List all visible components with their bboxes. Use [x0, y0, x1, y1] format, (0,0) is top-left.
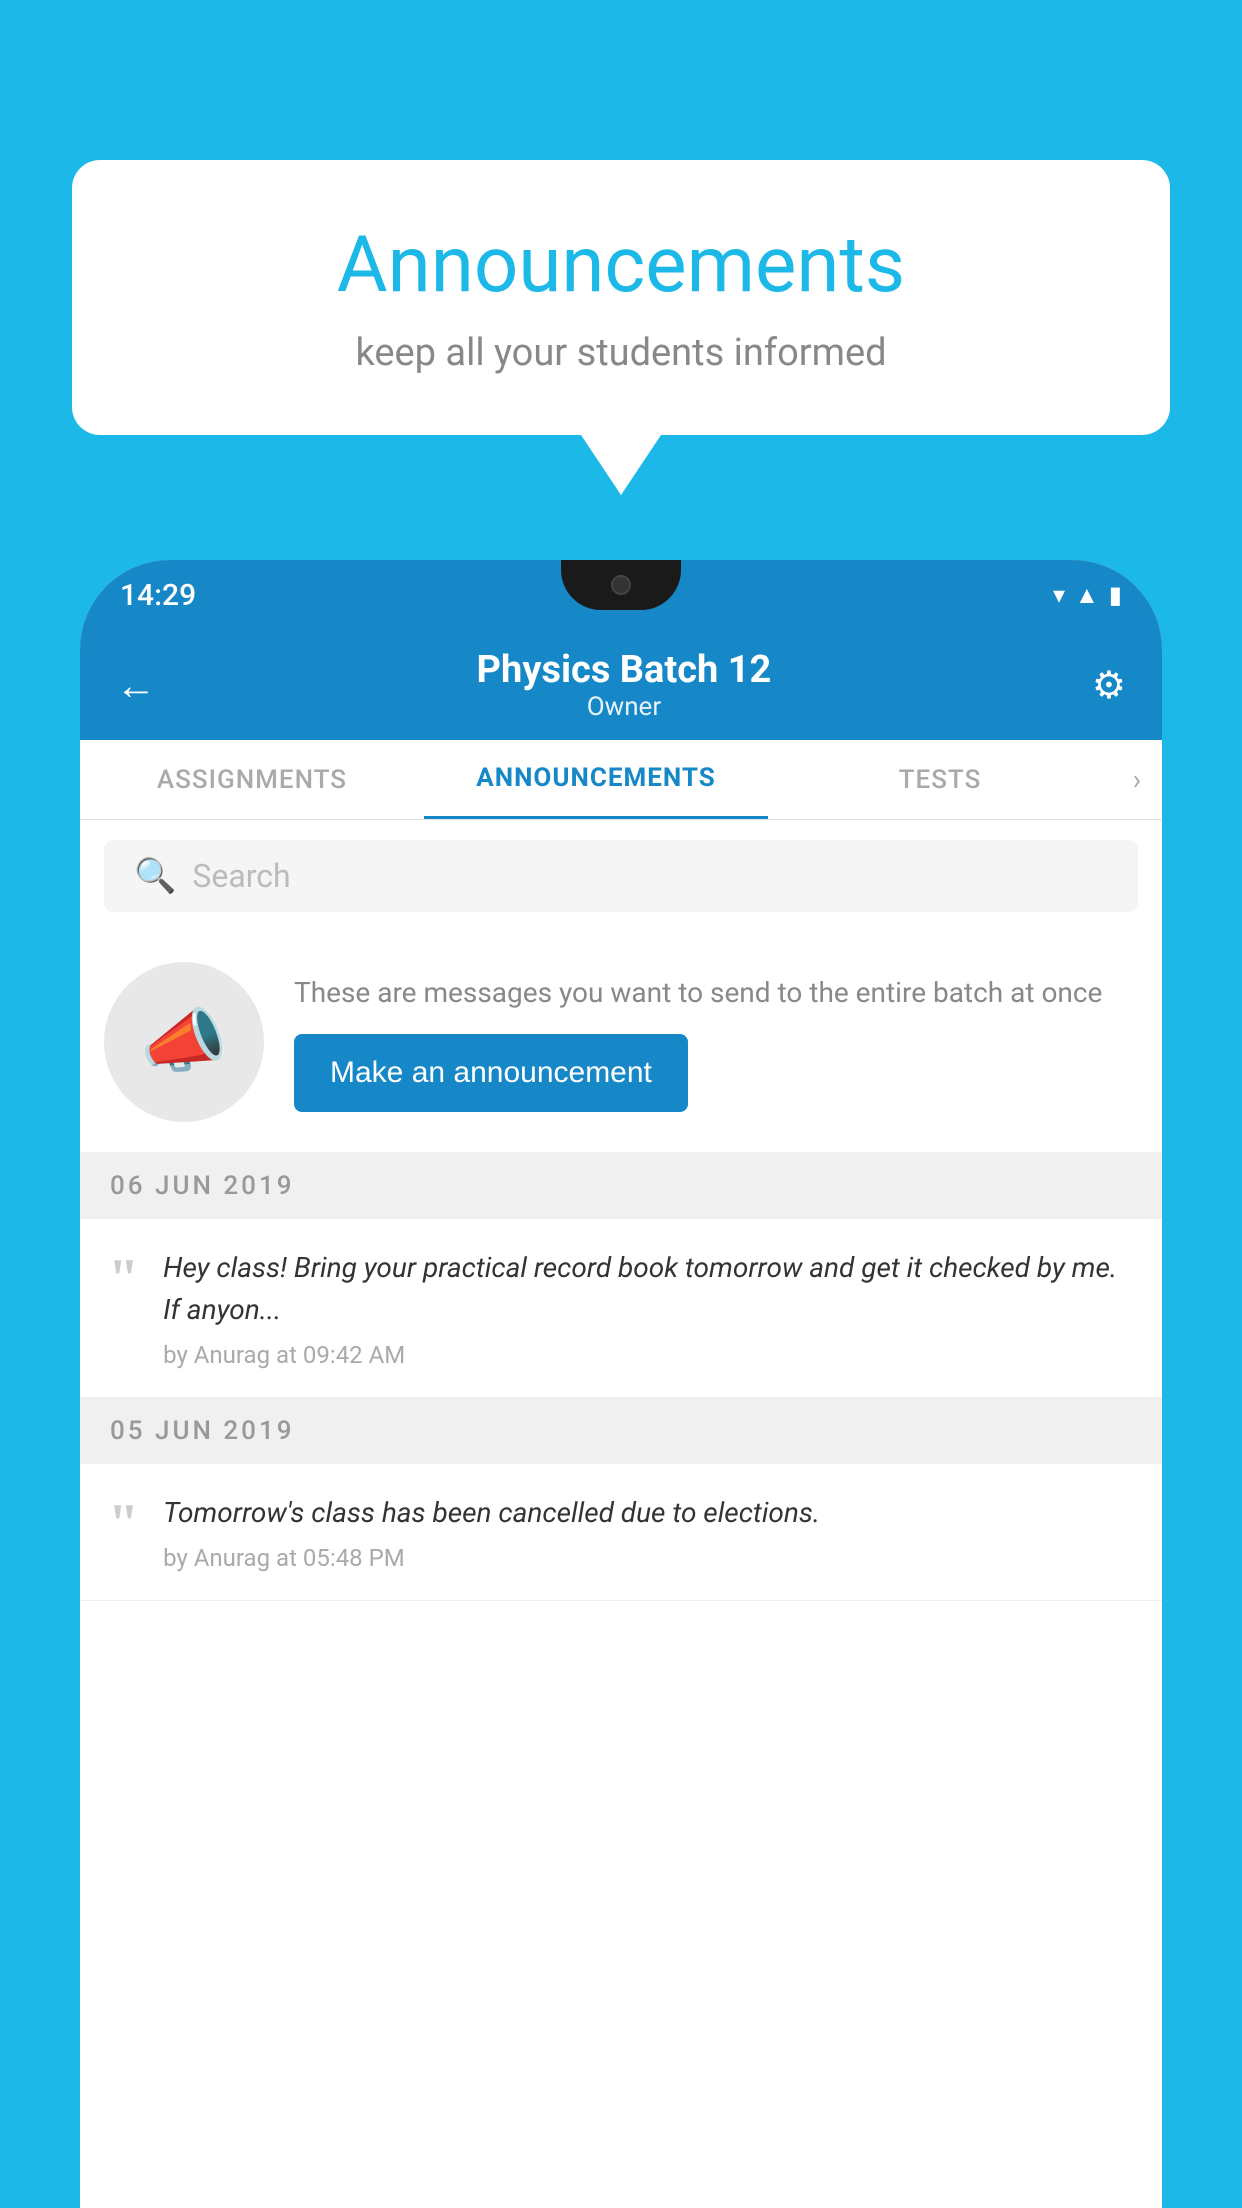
- announcement-prompt: 📣 These are messages you want to send to…: [80, 932, 1162, 1153]
- tab-announcements[interactable]: ANNOUNCEMENTS: [424, 740, 768, 819]
- make-announcement-button[interactable]: Make an announcement: [294, 1034, 688, 1112]
- prompt-description: These are messages you want to send to t…: [294, 972, 1138, 1014]
- speech-bubble-subtitle: keep all your students informed: [152, 331, 1090, 375]
- content-area: 🔍 Search 📣 These are messages you want t…: [80, 820, 1162, 2208]
- battery-icon: ▮: [1109, 581, 1122, 609]
- announcement-meta-2: by Anurag at 05:48 PM: [163, 1544, 1134, 1572]
- announcement-item-1: " Hey class! Bring your practical record…: [80, 1219, 1162, 1398]
- announcement-message-2: Tomorrow's class has been cancelled due …: [163, 1492, 1134, 1534]
- tab-assignments[interactable]: ASSIGNMENTS: [80, 740, 424, 819]
- status-icons: ▾ ▲ ▮: [1053, 581, 1122, 610]
- prompt-icon-circle: 📣: [104, 962, 264, 1122]
- speech-bubble-tail: [581, 435, 661, 495]
- tab-bar: ASSIGNMENTS ANNOUNCEMENTS TESTS ›: [80, 740, 1162, 820]
- header-title: Physics Batch 12: [477, 648, 772, 692]
- megaphone-icon: 📣: [140, 1001, 227, 1083]
- phone-camera: [611, 575, 631, 595]
- quote-icon-1: ": [108, 1251, 139, 1307]
- settings-icon[interactable]: ⚙: [1092, 663, 1126, 708]
- speech-bubble-card: Announcements keep all your students inf…: [72, 160, 1170, 435]
- search-placeholder: Search: [192, 857, 290, 895]
- wifi-icon: ▾: [1053, 581, 1065, 609]
- status-bar: 14:29 ▾ ▲ ▮: [80, 560, 1162, 630]
- search-icon: 🔍: [134, 856, 176, 896]
- tab-tests[interactable]: TESTS: [768, 740, 1112, 819]
- search-bar[interactable]: 🔍 Search: [104, 840, 1138, 912]
- app-header: ← Physics Batch 12 Owner ⚙: [80, 630, 1162, 740]
- announcement-content-2: Tomorrow's class has been cancelled due …: [163, 1492, 1134, 1572]
- header-center: Physics Batch 12 Owner: [477, 648, 772, 722]
- date-divider-1: 06 JUN 2019: [80, 1153, 1162, 1219]
- date-divider-2: 05 JUN 2019: [80, 1398, 1162, 1464]
- back-button[interactable]: ←: [116, 662, 156, 709]
- status-time: 14:29: [120, 578, 196, 613]
- phone-notch: [561, 560, 681, 610]
- announcement-meta-1: by Anurag at 09:42 AM: [163, 1341, 1134, 1369]
- tab-more-icon[interactable]: ›: [1112, 763, 1162, 796]
- header-subtitle: Owner: [477, 692, 772, 722]
- speech-bubble-title: Announcements: [152, 220, 1090, 311]
- signal-icon: ▲: [1075, 581, 1099, 610]
- speech-bubble-section: Announcements keep all your students inf…: [72, 160, 1170, 495]
- announcement-item-2: " Tomorrow's class has been cancelled du…: [80, 1464, 1162, 1601]
- phone-frame: 14:29 ▾ ▲ ▮ ← Physics Batch 12 Owner ⚙ A…: [80, 560, 1162, 2208]
- announcement-content-1: Hey class! Bring your practical record b…: [163, 1247, 1134, 1369]
- prompt-right: These are messages you want to send to t…: [294, 972, 1138, 1112]
- announcement-message-1: Hey class! Bring your practical record b…: [163, 1247, 1134, 1331]
- quote-icon-2: ": [108, 1496, 139, 1552]
